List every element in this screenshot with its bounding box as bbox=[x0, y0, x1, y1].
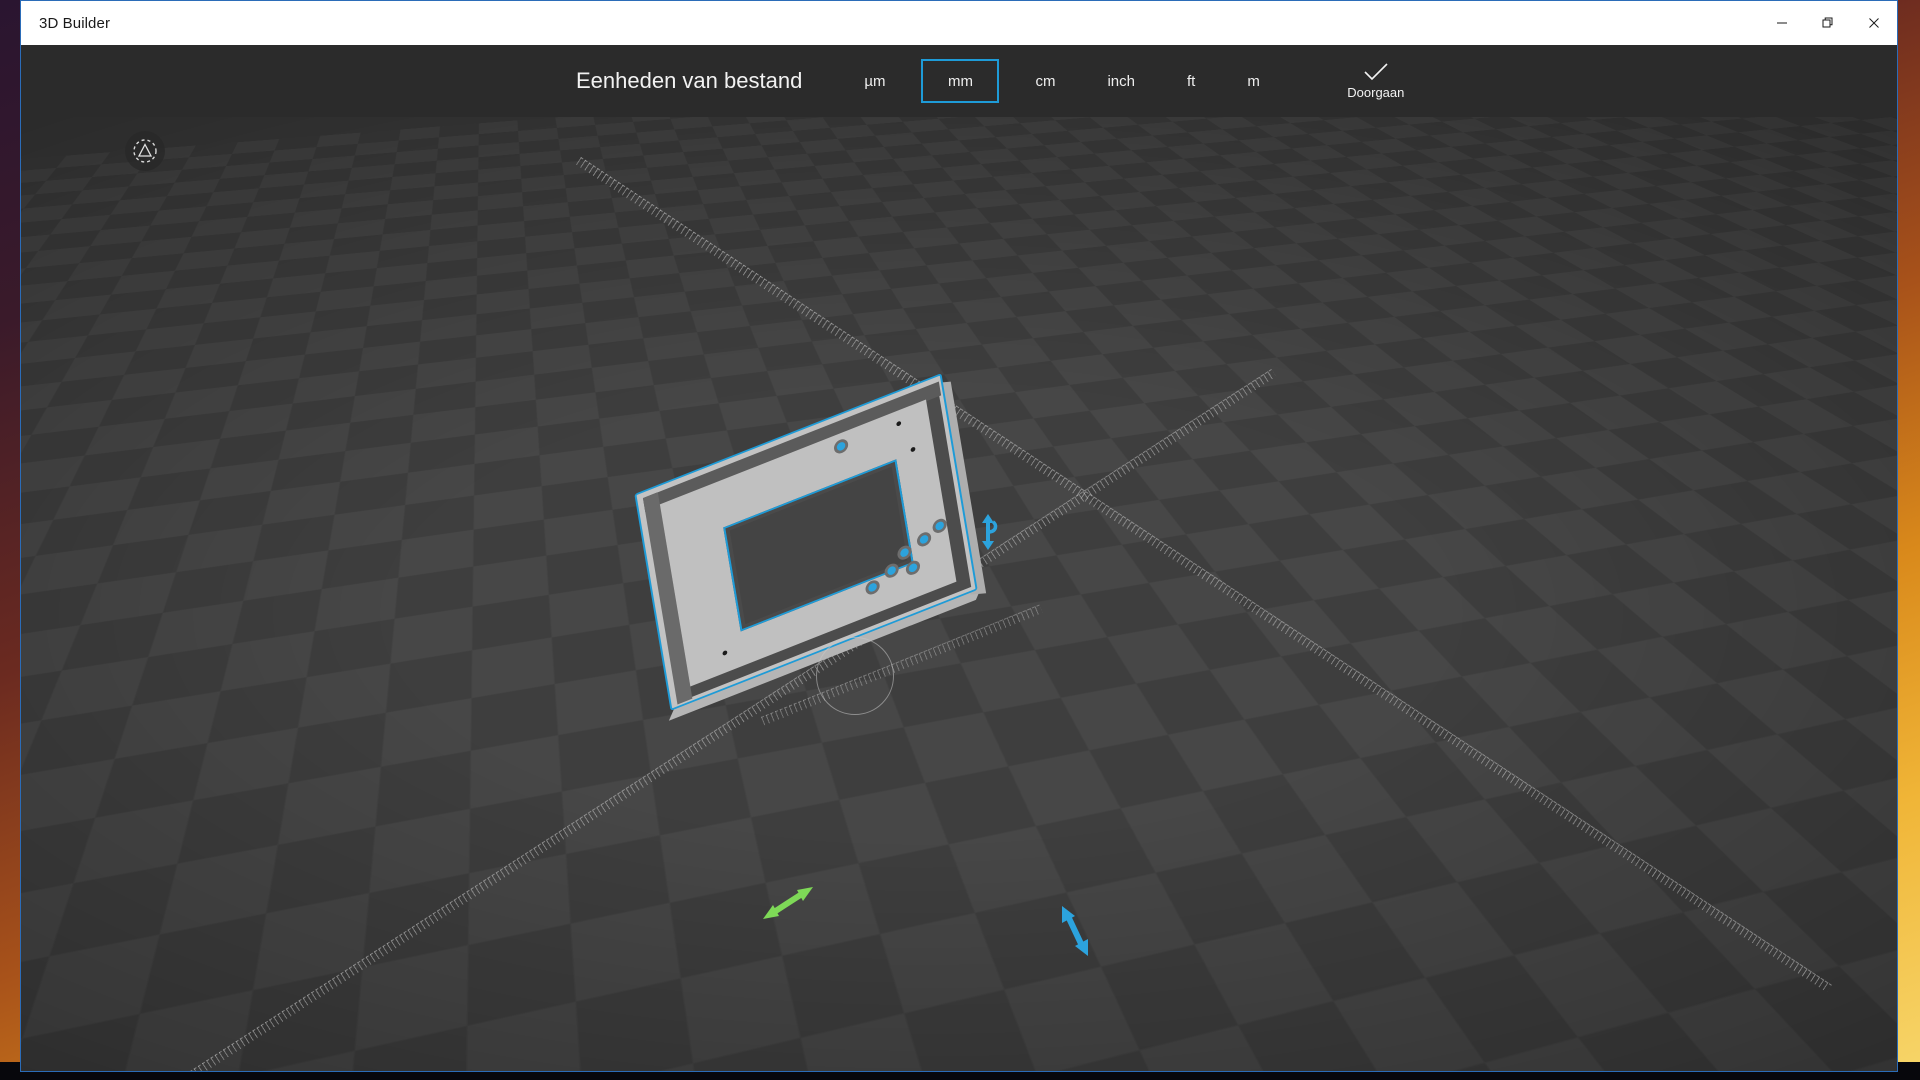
app-window: 3D Builder Eenheden van bestand µm mm cm… bbox=[20, 0, 1898, 1072]
title-bar: 3D Builder bbox=[21, 1, 1897, 45]
unit-option-m[interactable]: m bbox=[1231, 59, 1276, 103]
3d-viewport[interactable] bbox=[21, 117, 1897, 1071]
minimize-button[interactable] bbox=[1759, 1, 1805, 45]
unit-option-label: inch bbox=[1107, 72, 1135, 90]
close-button[interactable] bbox=[1851, 1, 1897, 45]
units-toolbar-content: Eenheden van bestand µm mm cm inch ft m bbox=[576, 51, 1424, 111]
orientation-reset-button[interactable] bbox=[125, 131, 165, 171]
units-toolbar: Eenheden van bestand µm mm cm inch ft m bbox=[21, 45, 1897, 117]
continue-button-label: Doorgaan bbox=[1347, 84, 1405, 100]
unit-option-label: µm bbox=[864, 72, 886, 90]
window-controls bbox=[1759, 1, 1897, 45]
unit-option-label: m bbox=[1247, 72, 1260, 90]
unit-option-label: mm bbox=[947, 72, 973, 90]
unit-option-mm[interactable]: mm bbox=[921, 59, 1000, 103]
close-icon bbox=[1869, 18, 1879, 28]
orientation-triangle-icon bbox=[133, 139, 157, 163]
units-label: Eenheden van bestand bbox=[576, 68, 803, 93]
continue-button[interactable]: Doorgaan bbox=[1328, 51, 1424, 111]
unit-option-cm[interactable]: cm bbox=[1019, 59, 1071, 103]
checkmark-icon bbox=[1364, 62, 1388, 80]
restore-button[interactable] bbox=[1805, 1, 1851, 45]
unit-option-inch[interactable]: inch bbox=[1091, 59, 1151, 103]
unit-option-ft[interactable]: ft bbox=[1171, 59, 1211, 103]
build-plate-grid bbox=[21, 117, 1897, 1071]
unit-option-label: ft bbox=[1186, 72, 1196, 90]
app-title: 3D Builder bbox=[39, 14, 111, 32]
unit-option-um[interactable]: µm bbox=[848, 59, 901, 103]
restore-icon bbox=[1822, 17, 1833, 28]
unit-option-label: cm bbox=[1035, 72, 1056, 90]
minimize-icon bbox=[1777, 22, 1787, 24]
